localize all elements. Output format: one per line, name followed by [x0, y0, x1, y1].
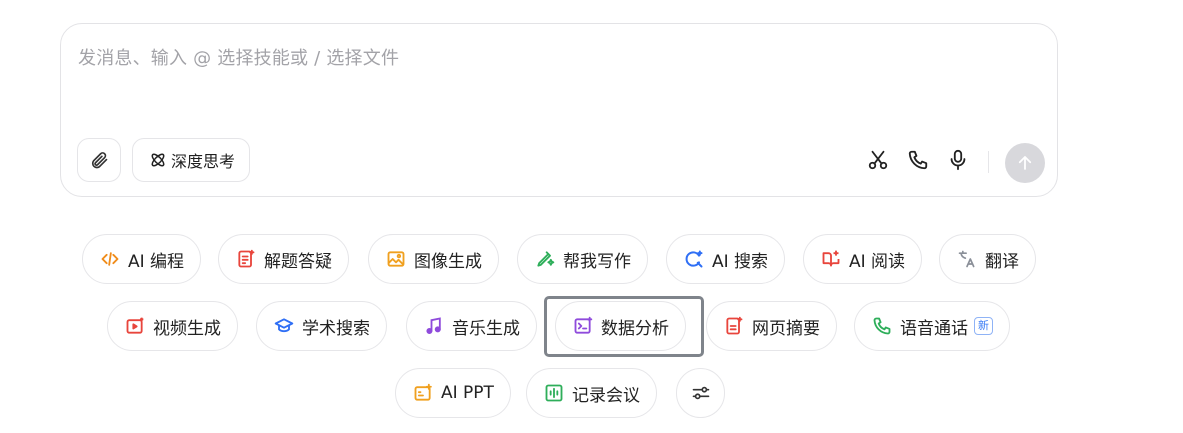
- more-skills-button[interactable]: [676, 368, 725, 418]
- chip-label: 解题答疑: [264, 251, 332, 272]
- chip-label: 学术搜索: [302, 318, 370, 339]
- arrow-up-icon: [1018, 156, 1032, 170]
- chip-label: 网页摘要: [752, 318, 820, 339]
- chip-label: 翻译: [985, 251, 1019, 272]
- scissors-icon: [868, 150, 888, 170]
- music-icon: [424, 316, 444, 336]
- attach-button[interactable]: [77, 138, 121, 182]
- chip-label: 音乐生成: [452, 318, 520, 339]
- chip-web-summary[interactable]: 网页摘要: [706, 301, 837, 351]
- chip-translate[interactable]: 翻译: [939, 234, 1036, 284]
- code-icon: [100, 249, 120, 269]
- pen-icon: [535, 249, 555, 269]
- new-badge: 新: [974, 317, 993, 335]
- academic-icon: [274, 316, 294, 336]
- chip-problem-solving[interactable]: 解题答疑: [218, 234, 349, 284]
- chip-label: 图像生成: [414, 251, 482, 272]
- book-icon: [821, 249, 841, 269]
- chip-video-generation[interactable]: 视频生成: [107, 301, 238, 351]
- deep-think-label: 深度思考: [171, 152, 236, 171]
- video-icon: [125, 316, 145, 336]
- voice-input-button[interactable]: [946, 148, 970, 172]
- chip-ai-coding[interactable]: AI 编程: [82, 234, 202, 284]
- microphone-icon: [950, 149, 966, 171]
- chip-data-analysis[interactable]: 数据分析: [555, 301, 686, 351]
- message-composer[interactable]: 发消息、输入 @ 选择技能或 / 选择文件 深度思考: [60, 23, 1058, 197]
- chip-writing-help[interactable]: 帮我写作: [517, 234, 648, 284]
- chip-ai-search[interactable]: AI 搜索: [666, 234, 786, 284]
- chip-label: 语音通话: [900, 318, 968, 339]
- atom-icon: [151, 153, 165, 167]
- chip-label: 帮我写作: [563, 251, 631, 272]
- chip-ai-reading[interactable]: AI 阅读: [803, 234, 923, 284]
- message-input-placeholder[interactable]: 发消息、输入 @ 选择技能或 / 选择文件: [78, 44, 399, 70]
- ppt-icon: [413, 383, 433, 403]
- chip-label: 数据分析: [601, 318, 669, 339]
- deep-think-button[interactable]: 深度思考: [132, 138, 251, 182]
- chip-label: 视频生成: [153, 318, 221, 339]
- chip-music-generation[interactable]: 音乐生成: [406, 301, 537, 351]
- chip-label: AI 阅读: [849, 251, 906, 272]
- send-button[interactable]: [1005, 143, 1045, 183]
- scissors-button[interactable]: [866, 148, 890, 172]
- search-icon: [684, 249, 704, 269]
- phone-icon: [872, 316, 892, 336]
- toolbar-divider: [988, 151, 989, 173]
- web-summary-icon: [724, 316, 744, 336]
- chip-academic-search[interactable]: 学术搜索: [256, 301, 387, 351]
- data-analysis-icon: [573, 316, 593, 336]
- paperclip-icon: [91, 152, 108, 169]
- chip-voice-call[interactable]: 语音通话 新: [854, 301, 1010, 351]
- phone-icon: [908, 150, 928, 170]
- chip-meeting-notes[interactable]: 记录会议: [526, 368, 657, 418]
- phone-call-button[interactable]: [906, 148, 930, 172]
- sliders-icon: [691, 383, 711, 403]
- chip-label: AI PPT: [441, 383, 494, 403]
- question-icon: [236, 249, 256, 269]
- meeting-icon: [544, 383, 564, 403]
- translate-icon: [957, 249, 977, 269]
- chip-ai-ppt[interactable]: AI PPT: [395, 368, 511, 418]
- chip-label: AI 搜索: [712, 251, 769, 272]
- image-icon: [386, 249, 406, 269]
- chip-label: 记录会议: [572, 385, 640, 406]
- chip-image-generation[interactable]: 图像生成: [368, 234, 499, 284]
- chip-label: AI 编程: [128, 251, 185, 272]
